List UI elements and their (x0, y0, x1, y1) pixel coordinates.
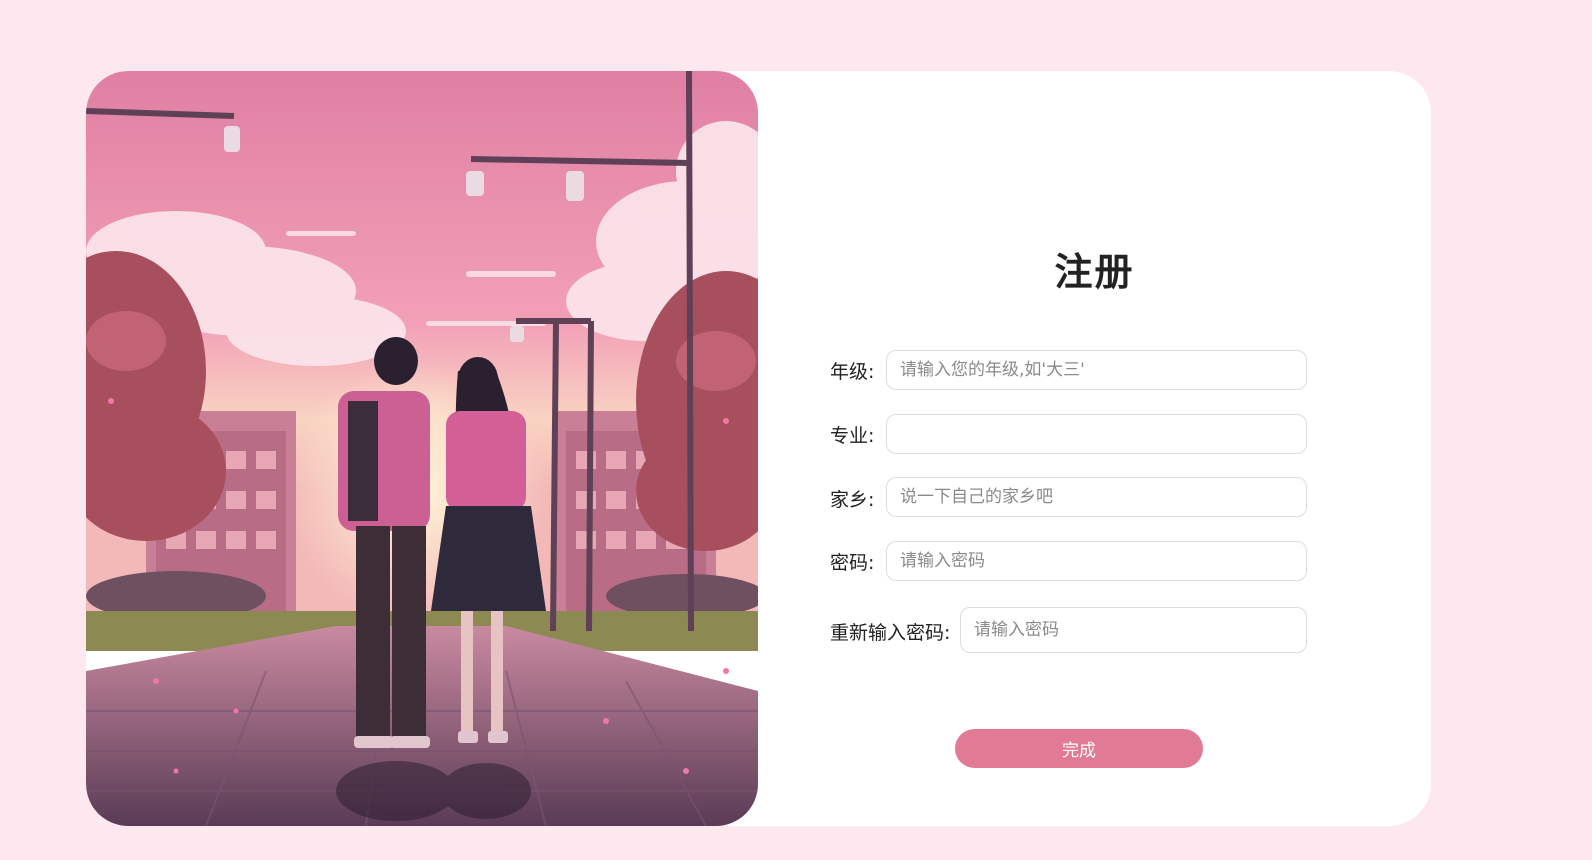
grade-input[interactable] (886, 350, 1307, 390)
confirm-password-input[interactable] (960, 607, 1307, 653)
hometown-label: 家乡: (830, 489, 875, 511)
grade-label: 年级: (830, 361, 875, 383)
confirm-password-label: 重新输入密码: (830, 622, 951, 644)
hero-illustration (86, 71, 758, 826)
password-input[interactable] (886, 541, 1307, 581)
page-title: 注册 (1054, 250, 1135, 294)
hometown-input[interactable] (886, 477, 1307, 517)
submit-button[interactable]: 完成 (955, 729, 1203, 768)
password-label: 密码: (830, 552, 875, 574)
major-input[interactable] (886, 414, 1307, 454)
major-label: 专业: (830, 425, 875, 447)
couple-illustration-image (86, 71, 758, 826)
